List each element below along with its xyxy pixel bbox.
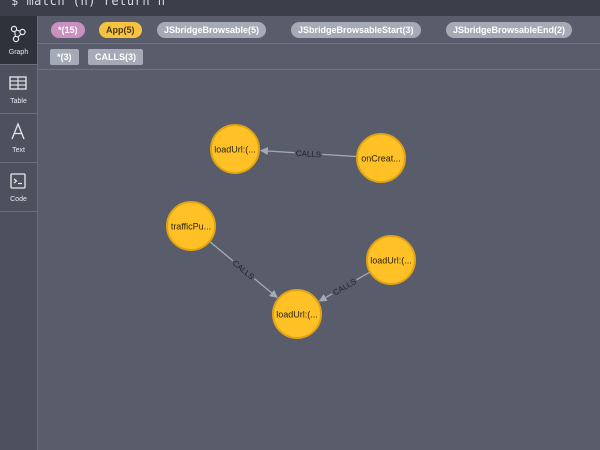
sidebar-item-code[interactable]: Code: [0, 163, 37, 212]
graph-node-label: onCreat...: [361, 154, 401, 164]
code-icon: [10, 173, 26, 189]
graph-node-label: loadUrl:(...: [276, 310, 318, 320]
sidebar-item-table[interactable]: Table: [0, 65, 37, 114]
reltype-pill-calls[interactable]: CALLS(3): [88, 49, 143, 65]
sidebar-item-label: Code: [10, 196, 27, 203]
label-pill-jsbridgebrowsable[interactable]: JSbridgeBrowsable(5): [157, 22, 267, 38]
sidebar-item-label: Graph: [8, 49, 29, 56]
graph-svg[interactable]: CALLS CALLS CALLS loadUrl:(... onCreat... tr…: [38, 70, 600, 450]
edge-label: CALLS: [296, 149, 322, 160]
label-pill-jsbridgebrowsableend[interactable]: JSbridgeBrowsableEnd(2): [446, 22, 573, 38]
node-labels-row: *(15) App(5) JSbridgeBrowsable(5) JSbrid…: [38, 16, 600, 44]
label-pill-jsbridgebrowsablestart[interactable]: JSbridgeBrowsableStart(3): [291, 22, 421, 38]
label-pill-all[interactable]: *(15): [51, 22, 85, 38]
sidebar-item-text[interactable]: Text: [0, 114, 37, 163]
table-icon: [9, 76, 27, 90]
graph-canvas[interactable]: CALLS CALLS CALLS loadUrl:(... onCreat... tr…: [38, 70, 600, 450]
view-sidebar: Graph Table Text Code: [0, 16, 38, 450]
edge-label: CALLS: [331, 277, 357, 297]
sidebar-item-label: Table: [10, 98, 27, 105]
sidebar-item-graph[interactable]: Graph: [0, 16, 37, 65]
graph-node-label: trafficPu...: [171, 222, 211, 232]
query-bar[interactable]: $ match (n) return n: [0, 0, 600, 16]
sidebar-item-label: Text: [12, 147, 25, 154]
text-icon: [11, 122, 25, 140]
reltype-pill-all[interactable]: *(3): [50, 49, 79, 65]
query-text: $ match (n) return n: [11, 0, 166, 8]
relationship-types-row: *(3) CALLS(3): [38, 44, 600, 70]
graph-node-label: loadUrl:(...: [370, 256, 412, 266]
edge-label: CALLS: [231, 259, 256, 282]
graph-icon: [10, 25, 26, 43]
label-pill-app[interactable]: App(5): [99, 22, 142, 38]
graph-node-label: loadUrl:(...: [214, 145, 256, 155]
